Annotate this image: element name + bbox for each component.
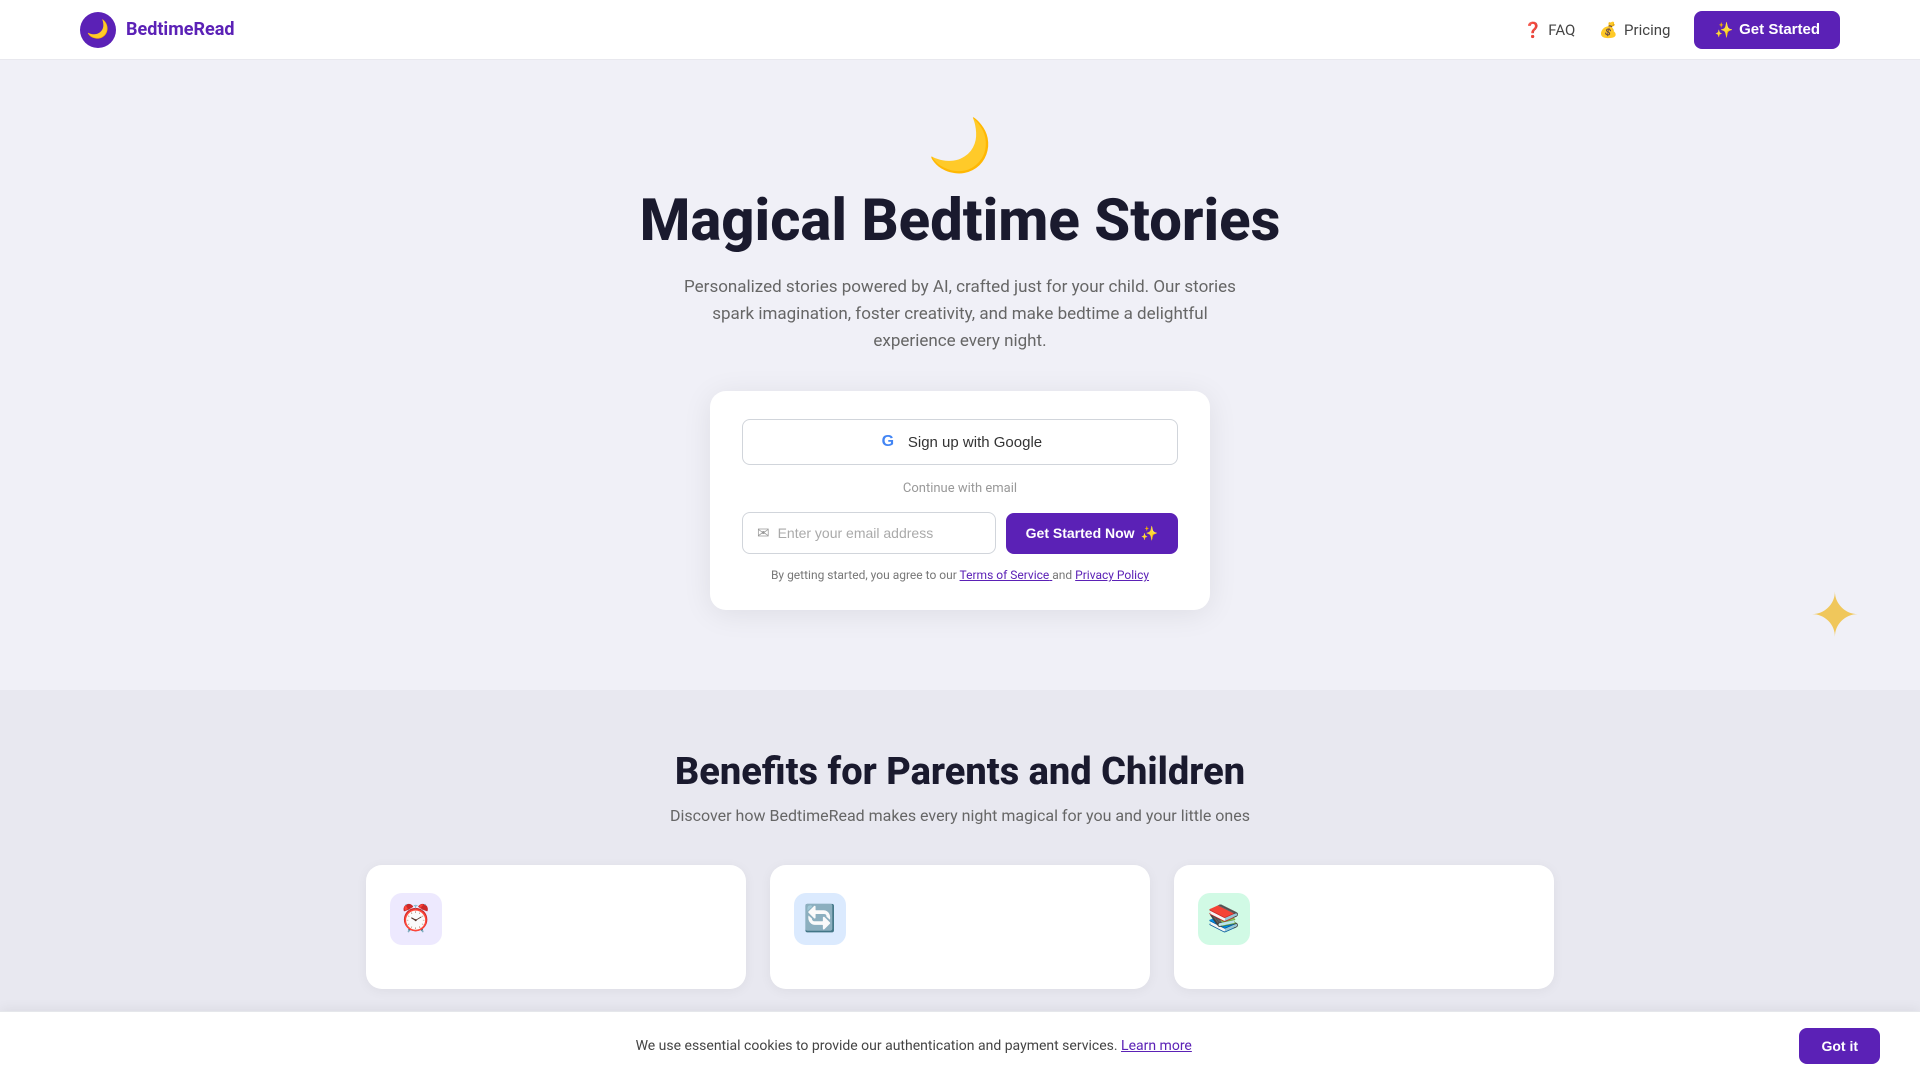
logo-text: BedtimeRead: [126, 19, 235, 40]
privacy-link-label: Privacy Policy: [1075, 568, 1149, 582]
google-g-icon: G: [878, 432, 898, 452]
terms-text: By getting started, you agree to our Ter…: [742, 568, 1178, 582]
cookie-banner: We use essential cookies to provide our …: [0, 1011, 1920, 1080]
benefits-title: Benefits for Parents and Children: [80, 750, 1840, 794]
card-icon-3: 📚: [1198, 893, 1250, 945]
cookie-text: We use essential cookies to provide our …: [40, 1038, 1787, 1054]
cards-row: ⏰ 🔄 📚: [80, 865, 1840, 989]
navbar: 🌙 BedtimeRead ❓ FAQ 💰 Pricing ✨ Get Star…: [0, 0, 1920, 60]
benefits-section: Benefits for Parents and Children Discov…: [0, 690, 1920, 1029]
signup-card: G Sign up with Google Continue with emai…: [710, 391, 1210, 610]
get-started-label: Get Started: [1739, 21, 1820, 38]
hero-subtitle: Personalized stories powered by AI, craf…: [680, 274, 1240, 356]
faq-icon: ❓: [1524, 21, 1543, 39]
google-signup-button[interactable]: G Sign up with Google: [742, 419, 1178, 465]
google-button-label: Sign up with Google: [908, 434, 1042, 451]
email-icon: ✉: [757, 524, 770, 542]
learn-more-label: Learn more: [1121, 1038, 1192, 1054]
email-input-wrapper: ✉: [742, 512, 996, 554]
logo-icon: 🌙: [80, 12, 116, 48]
cta-button[interactable]: Get Started Now ✨: [1006, 513, 1178, 554]
got-it-button[interactable]: Got it: [1799, 1028, 1880, 1064]
pricing-icon: 💰: [1599, 21, 1618, 39]
moon-icon: 🌙: [928, 120, 993, 172]
cta-label: Get Started Now: [1026, 525, 1135, 541]
faq-label: FAQ: [1548, 21, 1575, 39]
email-row: ✉ Get Started Now ✨: [742, 512, 1178, 554]
terms-prefix: By getting started, you agree to our: [771, 568, 957, 582]
got-it-label: Got it: [1821, 1038, 1858, 1054]
sparkle-icon: ✨: [1714, 21, 1733, 39]
benefit-card-3: 📚: [1174, 865, 1554, 989]
pricing-label: Pricing: [1624, 21, 1670, 39]
terms-link-label: Terms of Service: [960, 568, 1050, 582]
privacy-policy-link[interactable]: Privacy Policy: [1075, 568, 1149, 582]
card-icon-1: ⏰: [390, 893, 442, 945]
and-text: and: [1052, 568, 1075, 582]
learn-more-link[interactable]: Learn more: [1121, 1038, 1192, 1054]
divider-text: Continue with email: [903, 481, 1017, 496]
hero-section: 🌙 Magical Bedtime Stories Personalized s…: [0, 60, 1920, 690]
terms-of-service-link[interactable]: Terms of Service: [960, 568, 1053, 582]
cta-sparkle-icon: ✨: [1141, 525, 1158, 542]
logo-link[interactable]: 🌙 BedtimeRead: [80, 12, 235, 48]
benefit-card-1: ⏰: [366, 865, 746, 989]
nav-pricing[interactable]: 💰 Pricing: [1599, 21, 1670, 39]
card-icon-2: 🔄: [794, 893, 846, 945]
hero-title: Magical Bedtime Stories: [640, 190, 1281, 254]
cookie-message: We use essential cookies to provide our …: [636, 1038, 1118, 1054]
email-input[interactable]: [778, 513, 981, 553]
nav-get-started-button[interactable]: ✨ Get Started: [1694, 11, 1840, 49]
divider: Continue with email: [742, 481, 1178, 496]
nav-links: ❓ FAQ 💰 Pricing ✨ Get Started: [1524, 11, 1840, 49]
benefits-subtitle: Discover how BedtimeRead makes every nig…: [80, 806, 1840, 825]
nav-faq[interactable]: ❓ FAQ: [1524, 21, 1576, 39]
benefit-card-2: 🔄: [770, 865, 1150, 989]
